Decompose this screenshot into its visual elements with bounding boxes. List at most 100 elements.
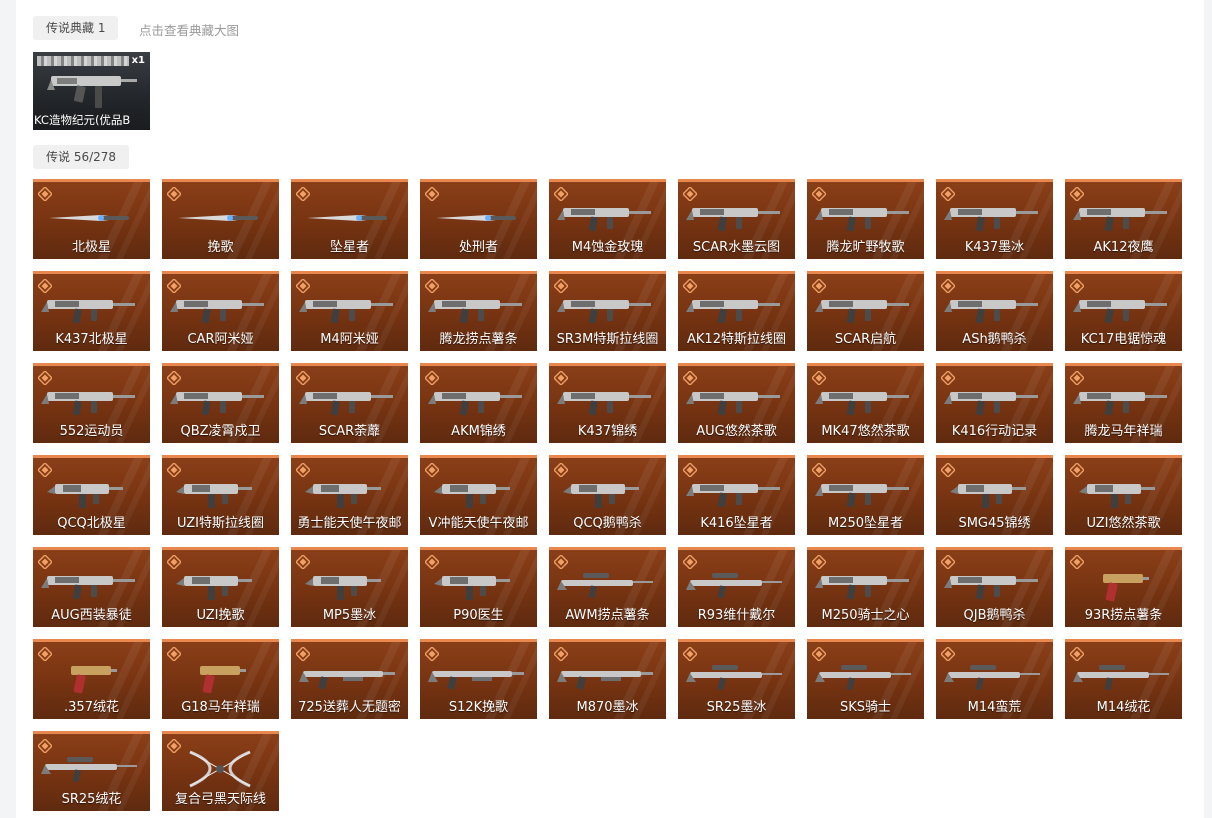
weapon-card[interactable]: 勇士能天使午夜邮 — [291, 455, 408, 535]
weapon-name: 725送葬人无题密 — [298, 700, 401, 715]
view-large-image-link[interactable]: 点击查看典藏大图 — [139, 20, 239, 39]
weapon-card[interactable]: .357绒花 — [33, 639, 150, 719]
legend-collection-tag[interactable]: 传说典藏 1 — [33, 16, 119, 40]
weapon-card[interactable]: QCQ鹅鸭杀 — [549, 455, 666, 535]
weapon-card[interactable]: R93维什戴尔 — [678, 547, 795, 627]
weapon-card[interactable]: SCAR水墨云图 — [678, 179, 795, 259]
weapon-card[interactable]: SCAR荼蘼 — [291, 363, 408, 443]
weapon-card[interactable]: 北极星 — [33, 179, 150, 259]
weapon-card[interactable]: P90医生 — [420, 547, 537, 627]
smg-icon — [305, 484, 381, 508]
special-collection-item[interactable]: x1 KC造物纪元(优品B — [33, 52, 150, 130]
item-banner — [37, 56, 129, 66]
weapon-name: QBZ凌霄戍卫 — [180, 424, 261, 439]
weapon-name: UZI挽歌 — [196, 608, 245, 623]
weapon-card[interactable]: S12K挽歌 — [420, 639, 537, 719]
rifle-icon — [944, 576, 1038, 600]
weapon-card[interactable]: 处刑者 — [420, 179, 537, 259]
weapon-card[interactable]: QJB鹅鸭杀 — [936, 547, 1053, 627]
weapon-name: 93R捞点薯条 — [1084, 608, 1163, 623]
sniper-icon — [686, 665, 782, 691]
weapon-card[interactable]: 挽歌 — [162, 179, 279, 259]
weapon-card[interactable]: UZI挽歌 — [162, 547, 279, 627]
weapon-name: AUG悠然茶歌 — [696, 424, 777, 439]
knife-icon — [436, 215, 516, 221]
weapon-card[interactable]: M14绒花 — [1065, 639, 1182, 719]
weapon-card[interactable]: SR25绒花 — [33, 731, 150, 811]
bow-icon — [189, 750, 251, 788]
weapon-card[interactable]: K416坠星者 — [678, 455, 795, 535]
weapon-card[interactable]: KC17电锯惊魂 — [1065, 271, 1182, 351]
rifle-icon — [1073, 208, 1167, 232]
weapon-card[interactable]: M250坠星者 — [807, 455, 924, 535]
weapon-card[interactable]: K437墨冰 — [936, 179, 1053, 259]
item-quantity: x1 — [131, 55, 145, 66]
sniper-icon — [557, 573, 653, 599]
weapon-name: G18马年祥瑞 — [181, 700, 260, 715]
weapon-card[interactable]: SKS骑士 — [807, 639, 924, 719]
sniper-icon — [41, 757, 137, 783]
weapon-name: QCQ鹅鸭杀 — [573, 516, 642, 531]
weapon-card[interactable]: AKM锦绣 — [420, 363, 537, 443]
weapon-card[interactable]: M250骑士之心 — [807, 547, 924, 627]
weapon-card[interactable]: SCAR启航 — [807, 271, 924, 351]
weapon-card[interactable]: V冲能天使午夜邮 — [420, 455, 537, 535]
weapon-card[interactable]: MK47悠然茶歌 — [807, 363, 924, 443]
weapon-card[interactable]: AK12夜鹰 — [1065, 179, 1182, 259]
weapon-card[interactable]: UZI悠然茶歌 — [1065, 455, 1182, 535]
smg-icon — [563, 484, 639, 508]
weapon-name: M14蛮荒 — [967, 700, 1022, 715]
rifle-icon — [557, 300, 651, 324]
weapon-card[interactable]: 腾龙捞点薯条 — [420, 271, 537, 351]
weapon-card[interactable]: SR3M特斯拉线圈 — [549, 271, 666, 351]
smg-icon — [176, 576, 252, 600]
weapon-name: QJB鹅鸭杀 — [963, 608, 1026, 623]
weapon-name: AKM锦绣 — [451, 424, 506, 439]
weapon-name: K416行动记录 — [951, 424, 1038, 439]
weapon-name: KC17电锯惊魂 — [1080, 332, 1167, 347]
weapon-name: S12K挽歌 — [448, 700, 509, 715]
weapon-name: 腾龙旷野牧歌 — [826, 240, 905, 255]
weapon-card[interactable]: M4阿米娅 — [291, 271, 408, 351]
weapon-name: CAR阿米娅 — [187, 332, 254, 347]
weapon-card[interactable]: QBZ凌霄戍卫 — [162, 363, 279, 443]
weapon-card[interactable]: QCQ北极星 — [33, 455, 150, 535]
weapon-card[interactable]: AUG西装暴徒 — [33, 547, 150, 627]
weapon-card[interactable]: MP5墨冰 — [291, 547, 408, 627]
weapon-card[interactable]: 坠星者 — [291, 179, 408, 259]
weapon-card[interactable]: M4蚀金玫瑰 — [549, 179, 666, 259]
smg-icon — [305, 576, 381, 600]
weapon-card[interactable]: 腾龙马年祥瑞 — [1065, 363, 1182, 443]
weapon-card[interactable]: 93R捞点薯条 — [1065, 547, 1182, 627]
weapon-name: 挽歌 — [207, 240, 234, 255]
weapon-card[interactable]: UZI特斯拉线圈 — [162, 455, 279, 535]
weapon-card[interactable]: G18马年祥瑞 — [162, 639, 279, 719]
weapon-card[interactable]: M14蛮荒 — [936, 639, 1053, 719]
legend-tag[interactable]: 传说 56/278 — [33, 145, 130, 169]
sniper-icon — [686, 573, 782, 599]
weapon-card[interactable]: 复合弓黑天际线 — [162, 731, 279, 811]
pistol-icon — [71, 666, 117, 694]
weapon-card[interactable]: K416行动记录 — [936, 363, 1053, 443]
weapon-card[interactable]: 725送葬人无题密 — [291, 639, 408, 719]
rifle-icon — [1073, 392, 1167, 416]
weapon-card[interactable]: SR25墨冰 — [678, 639, 795, 719]
weapon-card[interactable]: AWM捞点薯条 — [549, 547, 666, 627]
weapon-card[interactable]: M870墨冰 — [549, 639, 666, 719]
weapon-card[interactable]: AK12特斯拉线圈 — [678, 271, 795, 351]
smg-icon — [176, 484, 252, 508]
weapon-name: SMG45锦绣 — [958, 516, 1031, 531]
weapon-name: K416坠星者 — [700, 516, 773, 531]
weapon-card[interactable]: K437北极星 — [33, 271, 150, 351]
weapon-card[interactable]: ASh鹅鸭杀 — [936, 271, 1053, 351]
rifle-icon — [944, 300, 1038, 324]
weapon-card[interactable]: AUG悠然茶歌 — [678, 363, 795, 443]
weapon-card[interactable]: 腾龙旷野牧歌 — [807, 179, 924, 259]
weapon-card[interactable]: 552运动员 — [33, 363, 150, 443]
weapon-card[interactable]: SMG45锦绣 — [936, 455, 1053, 535]
weapon-card[interactable]: CAR阿米娅 — [162, 271, 279, 351]
weapon-card[interactable]: K437锦绣 — [549, 363, 666, 443]
weapon-name: SKS骑士 — [839, 700, 892, 715]
weapon-name: UZI悠然茶歌 — [1086, 516, 1161, 531]
rifle-icon — [944, 208, 1038, 232]
